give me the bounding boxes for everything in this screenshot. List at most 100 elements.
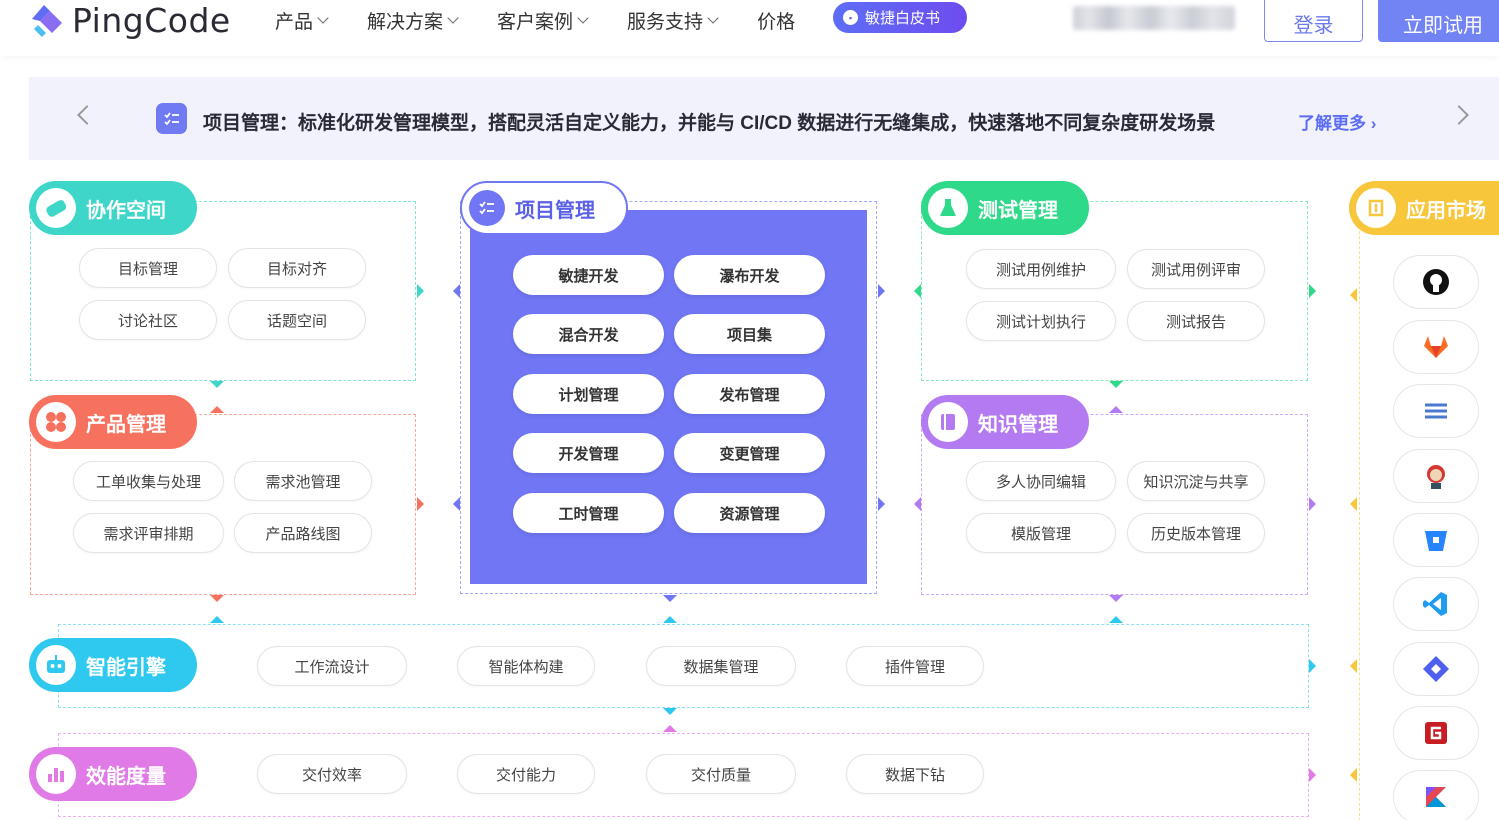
jfrog-app[interactable] — [1393, 384, 1479, 438]
module-chip[interactable]: 工作流设计 — [257, 646, 407, 686]
connector-arrow — [878, 497, 885, 511]
project-title[interactable]: 项目管理 — [460, 181, 628, 235]
connector-arrow — [1109, 595, 1123, 602]
module-chip[interactable]: 插件管理 — [846, 646, 984, 686]
module-chip[interactable]: 数据下钻 — [846, 754, 984, 794]
nav-solutions[interactable]: 解决方案 — [367, 7, 459, 34]
document-icon: ▪ — [843, 10, 858, 25]
connector-arrow — [1350, 768, 1357, 782]
whitepaper-label: 敏捷白皮书 — [865, 10, 941, 27]
vscode-app[interactable] — [1393, 577, 1479, 631]
module-chip[interactable]: 需求评审排期 — [73, 513, 224, 553]
module-chip[interactable]: 项目集 — [674, 314, 825, 354]
connector-arrow — [210, 381, 224, 388]
module-chip[interactable]: 测试用例评审 — [1127, 249, 1265, 289]
wiki-title[interactable]: 知识管理 — [921, 395, 1089, 449]
connector-arrow — [210, 595, 224, 602]
jira-app[interactable] — [1393, 642, 1479, 696]
login-button[interactable]: 登录 — [1264, 0, 1363, 42]
connector-arrow — [1350, 659, 1357, 673]
checklist-icon — [156, 103, 187, 134]
module-chip[interactable]: 需求池管理 — [234, 461, 372, 501]
nav-pricing[interactable]: 价格 — [757, 7, 795, 34]
module-chip[interactable]: 计划管理 — [513, 374, 664, 414]
module-chip[interactable]: 多人协同编辑 — [966, 461, 1116, 501]
kotlin-app[interactable] — [1393, 770, 1479, 820]
connector-arrow — [417, 497, 424, 511]
connector-arrow — [663, 616, 677, 623]
connector-arrow — [1109, 381, 1123, 388]
module-chip[interactable]: 产品路线图 — [234, 513, 372, 553]
chevron-down-icon — [317, 11, 329, 24]
module-chip[interactable]: 目标对齐 — [228, 248, 366, 288]
bitbucket-app[interactable] — [1393, 513, 1479, 567]
learn-more-link[interactable]: 了解更多 › — [1298, 109, 1376, 134]
jenkins-icon — [1427, 465, 1445, 489]
module-chip[interactable]: 混合开发 — [513, 314, 664, 354]
engine-title[interactable]: 智能引擎 — [29, 638, 197, 692]
module-title-label: 智能引擎 — [86, 656, 166, 679]
nav-products[interactable]: 产品 — [275, 7, 329, 34]
chevron-down-icon — [707, 11, 719, 24]
module-chip[interactable]: 工单收集与处理 — [73, 461, 224, 501]
module-chip[interactable]: 交付效率 — [257, 754, 407, 794]
module-chip[interactable]: 测试计划执行 — [966, 301, 1116, 341]
flask-icon — [928, 188, 968, 228]
module-chip[interactable]: 智能体构建 — [457, 646, 595, 686]
module-chip[interactable]: 开发管理 — [513, 433, 664, 473]
module-chip[interactable]: 敏捷开发 — [513, 255, 664, 295]
pingcode-logo[interactable]: PingCode — [28, 0, 231, 40]
module-chip[interactable]: 讨论社区 — [79, 300, 217, 340]
collab-title[interactable]: 协作空间 — [29, 181, 197, 235]
module-title-label: 知识管理 — [978, 413, 1058, 436]
jenkins-app[interactable] — [1393, 449, 1479, 503]
handshake-icon — [36, 188, 76, 228]
connector-arrow — [663, 595, 677, 602]
module-title-label: 效能度量 — [86, 765, 166, 788]
puzzle-icon — [1356, 188, 1396, 228]
bar-chart-icon — [36, 754, 76, 794]
connector-arrow — [210, 406, 224, 413]
connector-arrow — [914, 497, 921, 511]
module-chip[interactable]: 资源管理 — [674, 493, 825, 533]
nav-cases[interactable]: 客户案例 — [497, 7, 589, 34]
test-title[interactable]: 测试管理 — [921, 181, 1089, 235]
connector-arrow — [663, 708, 677, 715]
connector-arrow — [1109, 406, 1123, 413]
nav-label: 解决方案 — [367, 11, 444, 33]
module-chip[interactable]: 瀑布开发 — [674, 255, 825, 295]
connector-arrow — [663, 725, 677, 732]
module-chip[interactable]: 历史版本管理 — [1127, 513, 1265, 553]
module-title-label: 应用市场 — [1406, 199, 1486, 222]
github-app[interactable] — [1393, 255, 1479, 309]
module-chip[interactable]: 话题空间 — [228, 300, 366, 340]
gitlab-app[interactable] — [1393, 320, 1479, 374]
module-chip[interactable]: 测试报告 — [1127, 301, 1265, 341]
banner-description: 项目管理：标准化研发管理模型，搭配灵活自定义能力，并能与 CI/CD 数据进行无… — [203, 113, 1216, 134]
gitee-icon — [1425, 722, 1447, 744]
module-chip[interactable]: 交付质量 — [646, 754, 796, 794]
module-chip[interactable]: 目标管理 — [79, 248, 217, 288]
connector-arrow — [1109, 616, 1123, 623]
module-chip[interactable]: 数据集管理 — [646, 646, 796, 686]
free-trial-button[interactable]: 立即试用 — [1378, 0, 1499, 42]
module-chip[interactable]: 模版管理 — [966, 513, 1116, 553]
module-title-label: 产品管理 — [86, 413, 166, 436]
module-title-label: 协作空间 — [86, 199, 166, 222]
module-chip[interactable]: 变更管理 — [674, 433, 825, 473]
module-chip[interactable]: 交付能力 — [457, 754, 595, 794]
module-chip[interactable]: 知识沉淀与共享 — [1127, 461, 1265, 501]
market-title[interactable]: 应用市场 — [1349, 181, 1499, 235]
module-chip[interactable]: 发布管理 — [674, 374, 825, 414]
product-title[interactable]: 产品管理 — [29, 395, 197, 449]
module-chip[interactable]: 测试用例维护 — [966, 249, 1116, 289]
checklist-icon — [469, 190, 505, 226]
gitee-app[interactable] — [1393, 706, 1479, 760]
chevron-down-icon — [577, 11, 589, 24]
grid-icon — [36, 402, 76, 442]
whitepaper-button[interactable]: ▪ 敏捷白皮书 — [833, 2, 967, 33]
nav-support[interactable]: 服务支持 — [627, 7, 719, 34]
module-chip[interactable]: 工时管理 — [513, 493, 664, 533]
metrics-title[interactable]: 效能度量 — [29, 747, 197, 801]
connector-arrow — [1309, 497, 1316, 511]
